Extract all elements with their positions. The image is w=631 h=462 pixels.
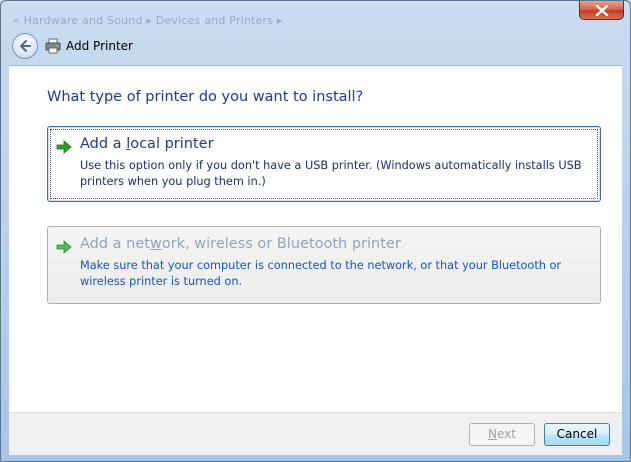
- option-title: Add a local printer: [80, 136, 214, 152]
- wizard-header: Add Printer: [9, 31, 622, 64]
- option-description: Make sure that your computer is connecte…: [80, 259, 562, 288]
- close-icon: [595, 5, 609, 16]
- option-description: Use this option only if you don't have a…: [80, 159, 582, 188]
- cancel-button[interactable]: Cancel: [544, 423, 610, 446]
- option-title-text: ork, wireless or Bluetooth printer: [161, 236, 401, 252]
- page-question: What type of printer do you want to inst…: [47, 89, 364, 105]
- back-button[interactable]: [12, 33, 38, 59]
- option-title-accelerator: w: [149, 236, 162, 252]
- back-arrow-icon: [20, 40, 31, 52]
- breadcrumb: « Hardware and Sound ▸ Devices and Print…: [13, 14, 283, 27]
- option-title: Add a network, wireless or Bluetooth pri…: [80, 236, 401, 252]
- option-title-text: Add a: [80, 136, 127, 152]
- option-title-text: Add a net: [80, 236, 150, 252]
- add-local-printer-option[interactable]: Add a local printer Use this option only…: [47, 126, 601, 202]
- option-title-text: ocal printer: [130, 136, 214, 152]
- next-label: ext: [497, 427, 516, 441]
- add-printer-window: « Hardware and Sound ▸ Devices and Print…: [0, 0, 631, 462]
- title-bar: « Hardware and Sound ▸ Devices and Print…: [1, 1, 630, 31]
- wizard-footer: Next Cancel: [9, 412, 622, 455]
- green-arrow-icon: [56, 240, 72, 254]
- printer-icon: [45, 38, 61, 54]
- wizard-content: What type of printer do you want to inst…: [9, 65, 622, 413]
- next-button[interactable]: Next: [469, 423, 535, 446]
- close-button[interactable]: [579, 1, 624, 20]
- window-title: Add Printer: [66, 39, 133, 53]
- next-accelerator: N: [488, 427, 497, 441]
- add-network-printer-option[interactable]: Add a network, wireless or Bluetooth pri…: [47, 226, 601, 304]
- green-arrow-icon: [56, 140, 72, 154]
